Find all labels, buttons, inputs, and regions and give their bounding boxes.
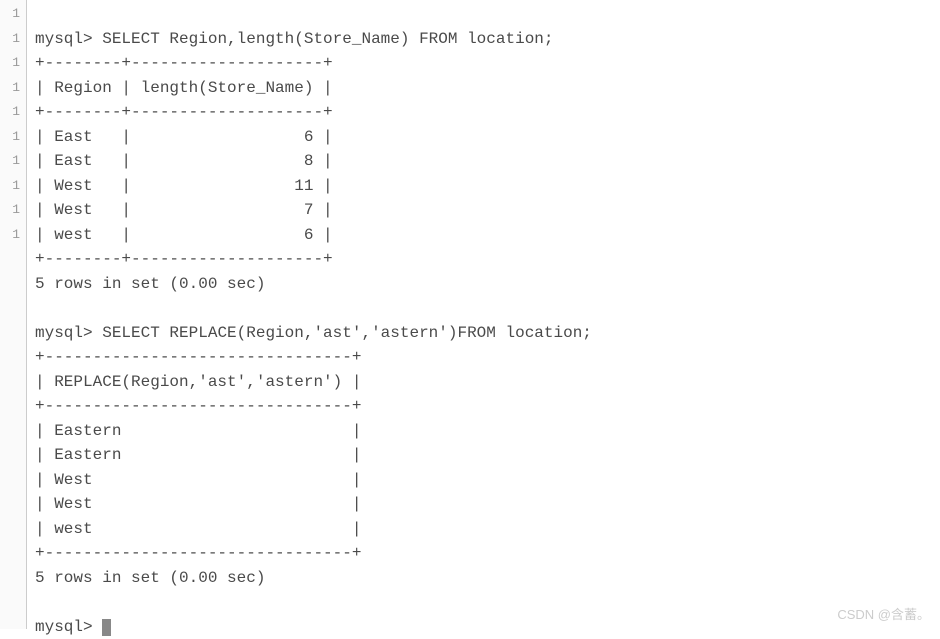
table-row: | west | 6 | (35, 226, 333, 244)
watermark-text: CSDN @含蓄。 (837, 604, 930, 623)
line-number: 1 (0, 2, 20, 27)
table-border: +--------+--------------------+ (35, 250, 333, 268)
line-number: 1 (0, 223, 20, 248)
table-row: | West | (35, 495, 361, 513)
cursor-icon[interactable] (102, 619, 111, 636)
table-row: | Eastern | (35, 422, 361, 440)
table-border: +--------------------------------+ (35, 397, 361, 415)
table-border: +--------+--------------------+ (35, 103, 333, 121)
table-row: | West | 11 | (35, 177, 333, 195)
table-row: | Eastern | (35, 446, 361, 464)
sql-query-1: SELECT Region,length(Store_Name) FROM lo… (102, 30, 553, 48)
terminal-output: mysql> SELECT Region,length(Store_Name) … (27, 0, 940, 629)
table-row: | west | (35, 520, 361, 538)
table-border: +--------------------------------+ (35, 348, 361, 366)
table-border: +--------------------------------+ (35, 544, 361, 562)
mysql-prompt[interactable]: mysql> (35, 618, 102, 636)
table-row: | East | 8 | (35, 152, 333, 170)
line-number-gutter: 1111111111 (0, 0, 27, 629)
table-header: | REPLACE(Region,'ast','astern') | (35, 373, 361, 391)
line-number: 1 (0, 100, 20, 125)
line-number: 1 (0, 125, 20, 150)
line-number: 1 (0, 76, 20, 101)
line-number: 1 (0, 51, 20, 76)
table-header: | Region | length(Store_Name) | (35, 79, 333, 97)
table-row: | East | 6 | (35, 128, 333, 146)
line-number: 1 (0, 149, 20, 174)
line-number: 1 (0, 174, 20, 199)
mysql-prompt: mysql> (35, 324, 102, 342)
result-summary: 5 rows in set (0.00 sec) (35, 275, 265, 293)
table-row: | West | (35, 471, 361, 489)
table-row: | West | 7 | (35, 201, 333, 219)
line-number: 1 (0, 198, 20, 223)
line-number: 1 (0, 27, 20, 52)
sql-query-2: SELECT REPLACE(Region,'ast','astern')FRO… (102, 324, 592, 342)
table-border: +--------+--------------------+ (35, 54, 333, 72)
mysql-prompt: mysql> (35, 30, 102, 48)
result-summary: 5 rows in set (0.00 sec) (35, 569, 265, 587)
